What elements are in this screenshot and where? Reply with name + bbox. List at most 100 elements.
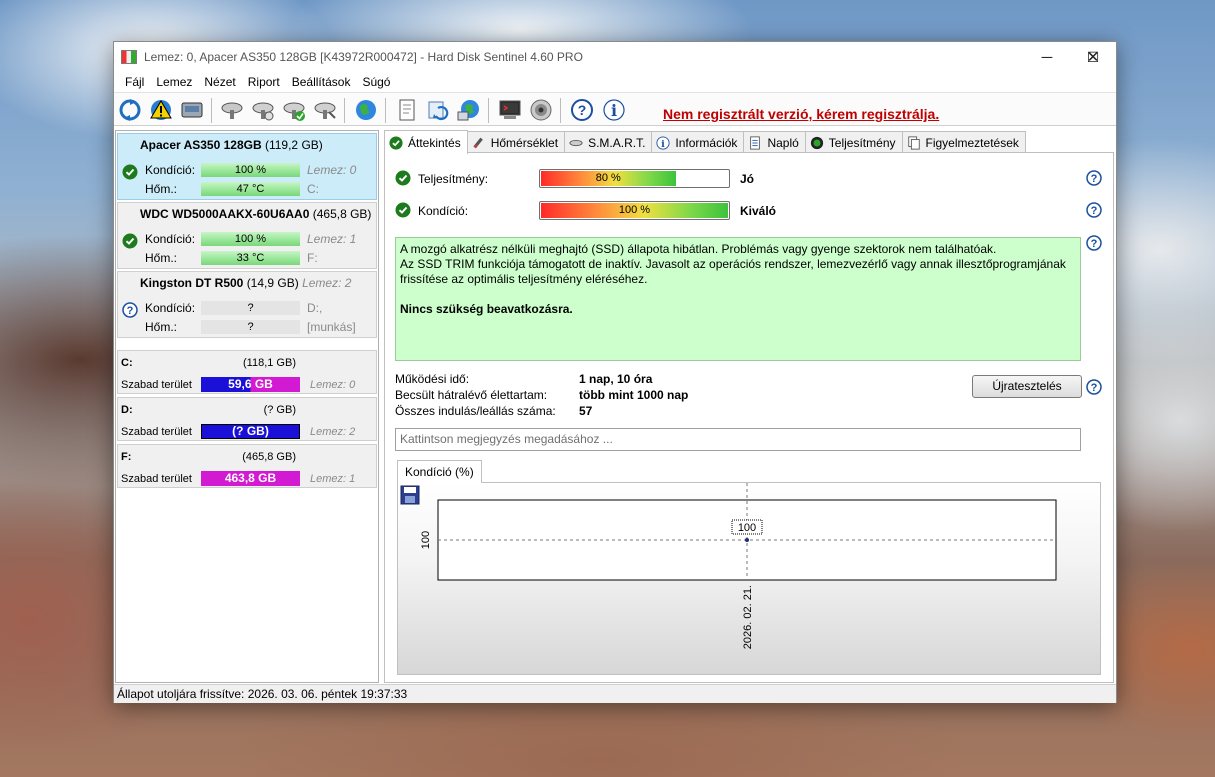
sound-icon[interactable] (529, 98, 553, 122)
menu-help[interactable]: Súgó (356, 75, 396, 89)
starts-value: 57 (579, 404, 593, 418)
tab-label: Hőmérséklet (490, 135, 559, 150)
data-label: 100 (738, 522, 756, 534)
close-button[interactable]: ✕ (1070, 42, 1116, 72)
volume-disk: Lemez: 1 (310, 473, 356, 485)
terminal-icon[interactable] (498, 98, 522, 122)
retest-button[interactable]: Újratesztelés (972, 375, 1082, 398)
disk-item-1[interactable]: WDC WD5000AAKX-60U6AA0 (465,8 GB) Kondíc… (117, 202, 377, 269)
tab-information[interactable]: i Információk (651, 131, 745, 153)
main-window: Lemez: 0, Apacer AS350 128GB [K43972R000… (113, 41, 1117, 703)
volume-disk: Lemez: 0 (310, 379, 356, 391)
condition-chart: 100 2026. 02. 21. 100 (397, 482, 1101, 675)
performance-rating: Jó (740, 172, 755, 186)
document-icon (750, 135, 761, 150)
tab-performance[interactable]: Teljesítmény (804, 131, 903, 153)
tab-label: Áttekintés (408, 135, 461, 150)
help-icon[interactable]: ? (1086, 235, 1102, 251)
disk-index: Lemez: 0 (307, 163, 357, 177)
tab-alerts[interactable]: Figyelmeztetések (901, 131, 1026, 153)
info-icon: i (656, 135, 670, 149)
temp-label: Hőm.: (145, 251, 178, 265)
chart-plot: 100 2026. 02. 21. 100 (420, 483, 1057, 649)
disk-ok-icon[interactable] (282, 98, 306, 122)
volume-item-d[interactable]: D: (? GB) Szabad terület (? GB) Lemez: 2 (117, 397, 377, 441)
volume-item-c[interactable]: C: (118,1 GB) Szabad terület 59,6 GB Lem… (117, 350, 377, 394)
free-space-bar: (? GB) (201, 424, 300, 439)
disk-test-2-icon[interactable] (251, 98, 275, 122)
starts-label: Összes indulás/leállás száma: (395, 404, 556, 418)
registration-notice-link[interactable]: Nem regisztrált verzió, kérem regisztrál… (663, 106, 939, 122)
disk-test-icon[interactable] (220, 98, 244, 122)
tab-strip: Áttekintés Hőmérséklet S.M.A.R.T. i Info… (384, 130, 1026, 154)
disk-status-note: [munkás] (307, 320, 356, 334)
sync-icon[interactable] (426, 98, 450, 122)
volume-item-f[interactable]: F: (465,8 GB) Szabad terület 463,8 GB Le… (117, 444, 377, 488)
disk-item-0[interactable]: Apacer AS350 128GB (119,2 GB) Kondíció: … (117, 133, 377, 200)
info-icon[interactable]: i (602, 98, 626, 122)
app-icon (121, 50, 137, 64)
x-tick-label: 2026. 02. 21. (742, 585, 754, 649)
disk-name: Apacer AS350 128GB (119,2 GB) (140, 138, 323, 152)
disk-list-panel: Apacer AS350 128GB (119,2 GB) Kondíció: … (115, 130, 379, 683)
note-input[interactable]: Kattintson megjegyzés megadásához ... (395, 428, 1081, 451)
lifetime-label: Becsült hátralévő élettartam: (395, 388, 548, 402)
free-space-bar: 463,8 GB (201, 471, 300, 486)
check-icon (389, 135, 403, 150)
details-panel: Áttekintés Hőmérséklet S.M.A.R.T. i Info… (382, 130, 1116, 683)
menu-view[interactable]: Nézet (198, 75, 241, 89)
lifetime-value: több mint 1000 nap (579, 388, 689, 402)
tab-temperature[interactable]: Hőmérséklet (466, 131, 566, 153)
help-icon[interactable]: ? (1086, 379, 1102, 395)
menu-report[interactable]: Riport (242, 75, 286, 89)
condition-label: Kondíció: (145, 163, 196, 177)
status-bar: Állapot utoljára frissítve: 2026. 03. 06… (114, 684, 1116, 703)
free-space-bar: 59,6 GB (201, 377, 300, 392)
volume-size: (118,1 GB) (243, 357, 296, 369)
check-icon (395, 170, 411, 186)
action-text: Nincs szükség beavatkozásra. (400, 302, 573, 316)
volume-size: (465,8 GB) (242, 451, 296, 463)
thermometer-icon (473, 137, 483, 148)
svg-text:?: ? (1091, 382, 1098, 394)
condition-label: Kondíció: (418, 204, 469, 218)
last-refresh-text: Állapot utoljára frissítve: 2026. 03. 06… (117, 687, 408, 701)
refresh-icon[interactable] (118, 98, 142, 122)
condition-label: Kondíció: (145, 301, 196, 315)
condition-label: Kondíció: (145, 232, 196, 246)
help-icon[interactable]: ? (1086, 202, 1102, 218)
minimize-button[interactable]: ─ (1024, 42, 1070, 72)
description-line: A mozgó alkatrész nélküli meghajtó (SSD)… (400, 242, 997, 256)
disk-item-2[interactable]: Kingston DT R500 (14,9 GB) Lemez: 2 ? Ko… (117, 271, 377, 338)
help-icon[interactable]: ? (570, 98, 594, 122)
web-globe-icon[interactable] (354, 98, 378, 122)
condition-bar: 100 % (539, 201, 730, 220)
tab-label: Információk (675, 135, 738, 150)
svg-text:?: ? (1091, 205, 1098, 217)
description-line: Az SSD TRIM funkciója támogatott de inak… (400, 257, 1066, 271)
condition-bar: ? (201, 301, 300, 315)
volume-letter: C: (121, 357, 133, 369)
menu-file[interactable]: Fájl (119, 75, 150, 89)
chart-tab-condition[interactable]: Kondíció (%) (397, 460, 482, 483)
question-icon: ? (122, 302, 138, 318)
tab-smart[interactable]: S.M.A.R.T. (564, 131, 653, 153)
network-icon[interactable] (457, 98, 481, 122)
alert-icon[interactable] (149, 98, 173, 122)
check-icon (122, 164, 138, 180)
drive-icon[interactable] (180, 98, 204, 122)
help-icon[interactable]: ? (1086, 170, 1102, 186)
svg-text:i: i (611, 101, 617, 120)
temp-label: Hőm.: (145, 320, 178, 334)
tab-overview[interactable]: Áttekintés (384, 130, 468, 154)
tab-label: Figyelmeztetések (925, 135, 1019, 150)
menu-disk[interactable]: Lemez (150, 75, 198, 89)
temp-bar: 33 °C (201, 251, 300, 265)
title-bar[interactable]: Lemez: 0, Apacer AS350 128GB [K43972R000… (114, 42, 1116, 72)
disk-name: WDC WD5000AAKX-60U6AA0 (465,8 GB) (140, 207, 372, 221)
report-icon[interactable] (395, 98, 419, 122)
menu-settings[interactable]: Beállítások (286, 75, 357, 89)
volume-letter: D: (121, 404, 133, 416)
tab-log[interactable]: Napló (743, 131, 806, 153)
disk-settings-icon[interactable] (313, 98, 337, 122)
